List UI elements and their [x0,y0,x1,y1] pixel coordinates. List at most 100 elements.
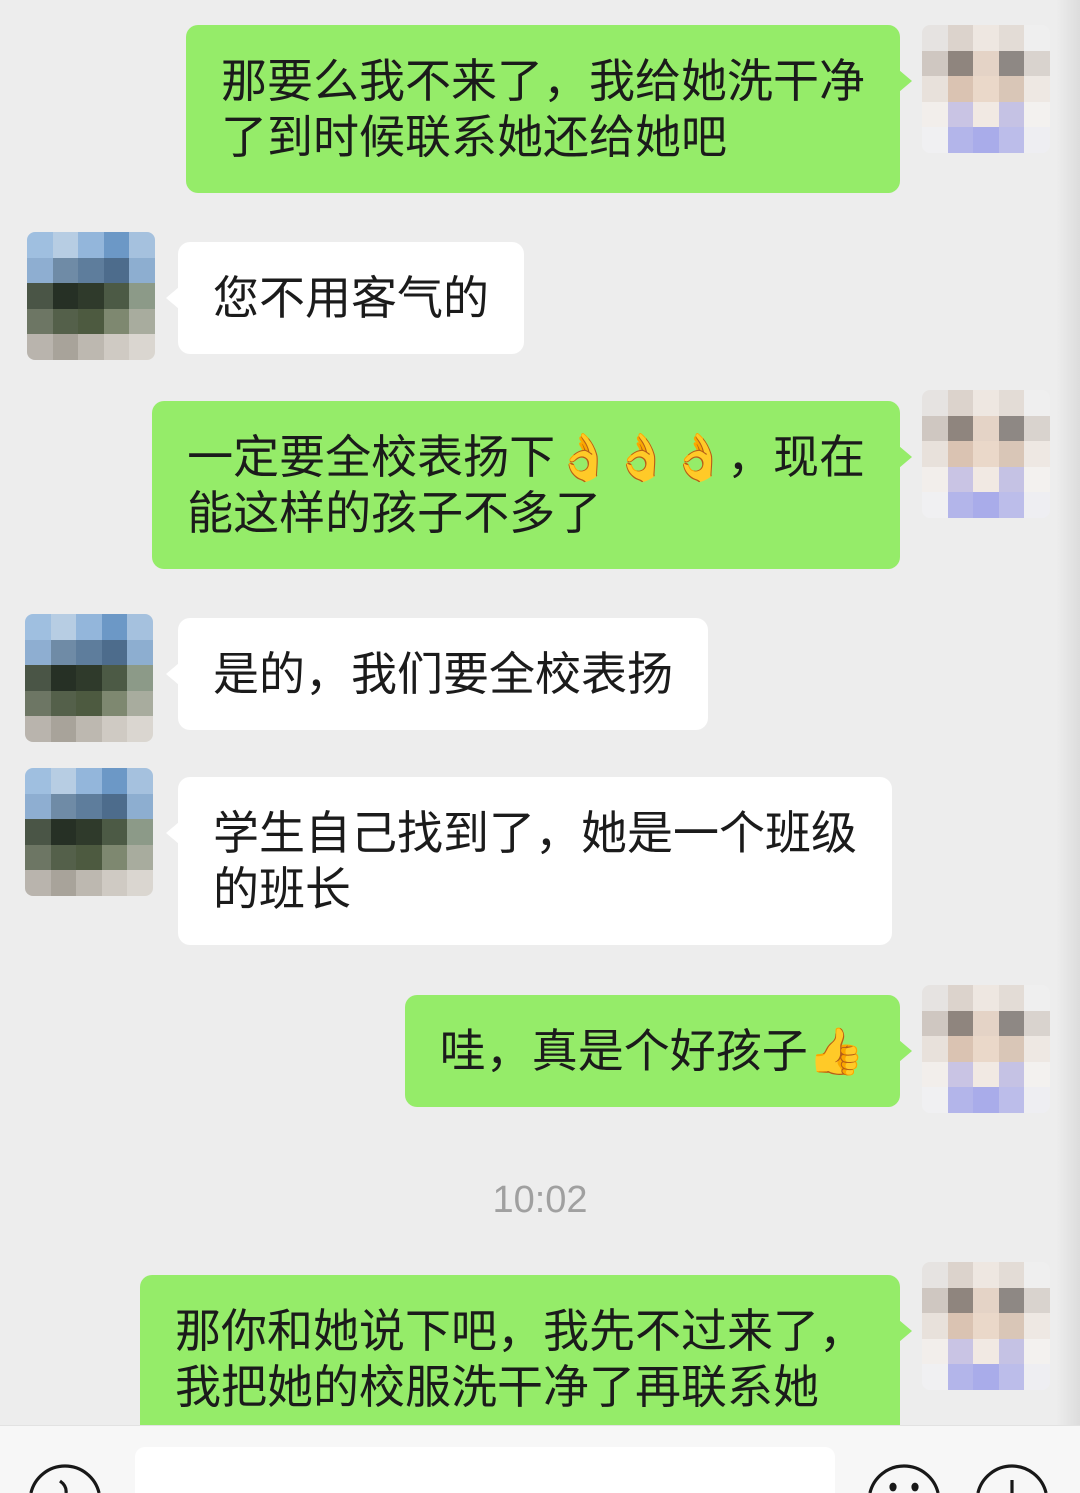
avatar-mosaic-cell [76,819,102,845]
avatar-mosaic-cell [50,819,77,845]
message-text-line: 了到时候联系她还给她吧 [221,111,727,163]
avatar-mosaic-cell [922,76,948,102]
contact-avatar[interactable] [27,232,155,360]
sent-message-bubble[interactable]: 那你和她说下吧，我先不过来了， 我把她的校服洗干净了再联系她 [140,1275,912,1425]
avatar-mosaic-cell [947,441,974,467]
avatar-mosaic-cell [129,334,155,360]
input-bar [0,1425,1080,1493]
avatar-mosaic-cell [998,127,1025,153]
bubble-tail [899,1320,912,1342]
avatar-mosaic-cell [922,492,948,518]
chat-history[interactable]: 那要么我不来了，我给她洗干净 了到时候联系她还给她吧 您不用客气的 一定要全校表… [0,0,1080,1425]
bubble-tail [166,822,179,844]
avatar-mosaic-cell [998,1010,1025,1037]
avatar-mosaic-cell [52,283,79,309]
avatar-mosaic-cell [101,768,128,794]
avatar-mosaic-cell [25,665,51,691]
avatar-mosaic-cell [76,716,102,742]
avatar-mosaic-cell [998,985,1025,1011]
avatar-mosaic-cell [1024,415,1050,442]
avatar-mosaic-cell [998,1287,1025,1314]
received-message-bubble[interactable]: 学生自己找到了，她是一个班级 的班长 [166,777,892,945]
avatar-mosaic-cell [76,665,102,691]
avatar-mosaic-cell [50,614,77,640]
avatar-mosaic-cell [973,1338,999,1365]
avatar-mosaic-cell [103,283,130,309]
avatar-mosaic-cell [947,1313,974,1339]
avatar-mosaic-cell [103,232,130,258]
avatar-mosaic-cell [973,985,999,1011]
avatar-mosaic-cell [947,492,974,518]
avatar-mosaic-cell [52,334,79,360]
avatar-mosaic-cell [101,793,128,820]
avatar-mosaic-cell [922,101,948,128]
my-avatar[interactable] [922,390,1050,518]
avatar-mosaic-cell [25,870,51,896]
avatar-mosaic-cell [1024,1061,1050,1088]
avatar-mosaic-cell [1024,101,1050,128]
avatar-mosaic-cell [127,870,153,896]
sent-message-bubble[interactable]: 哇，真是个好孩子👍 [404,995,912,1107]
contact-avatar[interactable] [25,614,153,742]
my-avatar[interactable] [922,985,1050,1113]
avatar-mosaic-cell [1024,492,1050,518]
avatar-mosaic-cell [922,1061,948,1088]
avatar-mosaic-cell [1024,1262,1050,1288]
avatar-mosaic-cell [101,716,128,742]
plus-icon[interactable] [972,1463,1052,1493]
avatar-mosaic-cell [973,1087,999,1113]
message-input[interactable] [135,1447,835,1493]
avatar-mosaic-cell [973,1313,999,1339]
avatar-mosaic-cell [998,76,1025,102]
avatar-mosaic-cell [76,793,102,820]
avatar-mosaic-cell [127,716,153,742]
avatar-mosaic-cell [998,492,1025,518]
avatar-mosaic-cell [947,76,974,102]
avatar-mosaic-cell [127,844,153,871]
received-message-bubble[interactable]: 是的，我们要全校表扬 [166,618,708,730]
avatar-mosaic-cell [129,308,155,335]
avatar-mosaic-cell [52,308,79,335]
avatar-mosaic-cell [947,466,974,493]
bubble-tail [899,70,912,92]
emoji-icon[interactable] [864,1463,944,1493]
avatar-mosaic-cell [78,334,104,360]
avatar-mosaic-cell [998,25,1025,51]
avatar-mosaic-cell [52,232,79,258]
bubble-tail [166,287,179,309]
scroll-edge-shade [1056,0,1080,1425]
avatar-mosaic-cell [1024,466,1050,493]
avatar-mosaic-cell [78,283,104,309]
contact-avatar[interactable] [25,768,153,896]
avatar-mosaic-cell [25,793,51,820]
avatar-mosaic-cell [922,1313,948,1339]
avatar-mosaic-cell [101,844,128,871]
avatar-mosaic-cell [129,232,155,258]
avatar-mosaic-cell [129,283,155,309]
avatar-mosaic-cell [922,1287,948,1314]
avatar-mosaic-cell [922,1087,948,1113]
avatar-mosaic-cell [947,1061,974,1088]
avatar-mosaic-cell [947,101,974,128]
avatar-mosaic-cell [973,50,999,77]
message-text-line: 那要么我不来了，我给她洗干净 [221,55,865,107]
sent-message-bubble[interactable]: 一定要全校表扬下👌👌👌，现在 能这样的孩子不多了 [152,401,912,569]
sent-message-bubble[interactable]: 那要么我不来了，我给她洗干净 了到时候联系她还给她吧 [186,25,912,193]
bubble-tail [899,1040,912,1062]
avatar-mosaic-cell [1024,127,1050,153]
avatar-mosaic-cell [922,1010,948,1037]
avatar-mosaic-cell [127,793,153,820]
voice-icon[interactable] [25,1463,105,1493]
avatar-mosaic-cell [27,308,53,335]
my-avatar[interactable] [922,1262,1050,1390]
my-avatar[interactable] [922,25,1050,153]
received-message-bubble[interactable]: 您不用客气的 [166,242,524,354]
avatar-mosaic-cell [947,415,974,442]
avatar-mosaic-cell [50,665,77,691]
avatar-mosaic-cell [1024,76,1050,102]
avatar-mosaic-cell [998,101,1025,128]
avatar-mosaic-cell [922,1338,948,1365]
avatar-mosaic-cell [973,492,999,518]
avatar-mosaic-cell [973,466,999,493]
avatar-mosaic-cell [973,127,999,153]
